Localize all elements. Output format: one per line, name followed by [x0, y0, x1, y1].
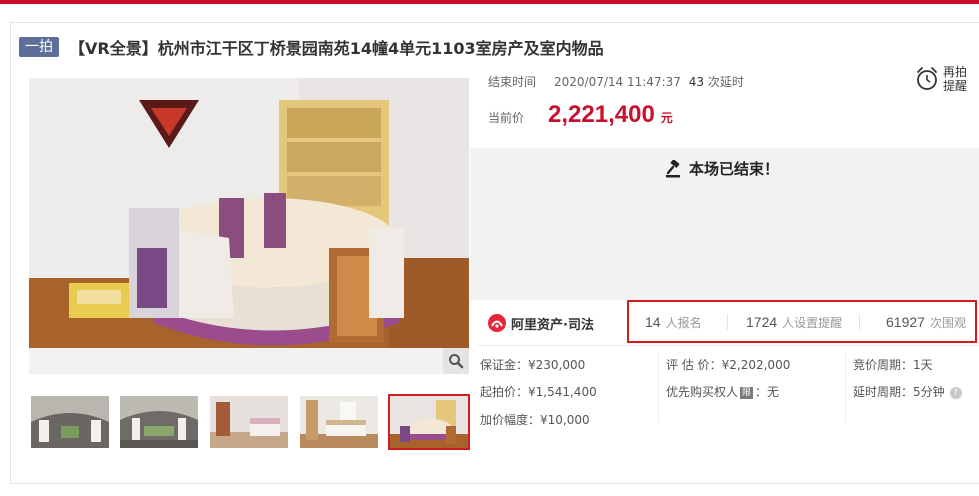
column-divider [845, 352, 846, 422]
stat-unit: 人设置提醒 [782, 316, 843, 330]
alibaba-assets-logo-icon [488, 314, 506, 332]
title-row: 一拍 【VR全景】杭州市江干区丁桥景园南苑14幢4单元1103室房产及室内物品 [19, 35, 604, 59]
stat-views: 61927 次围观 [886, 314, 966, 331]
priority-buyer: 优先购买权人限：无 [666, 383, 779, 400]
starting-price: 起拍价：¥1,541,400 [480, 385, 597, 399]
deposit: 保证金：¥230,000 [480, 358, 586, 372]
thumbnail-3[interactable] [210, 396, 288, 448]
bid-increment: 加价幅度：¥10,000 [480, 413, 590, 427]
stat-num: 14 [645, 314, 661, 330]
stat-num: 61927 [886, 314, 925, 330]
column-divider [658, 352, 659, 422]
priority-badge: 限 [740, 386, 754, 399]
price-unit: 元 [660, 111, 673, 125]
end-time-row: 结束时间 2020/07/14 11:47:37 43 次延时 [488, 73, 744, 90]
current-price-value: 2,221,400 [548, 101, 655, 128]
remind-line-2: 提醒 [943, 79, 968, 93]
end-time-label: 结束时间 [488, 75, 537, 89]
page-title: 【VR全景】杭州市江干区丁桥景园南苑14幢4单元1103室房产及室内物品 [69, 39, 604, 58]
delay-period-text: 延时周期：5分钟 [853, 385, 945, 399]
stats-divider [859, 314, 860, 330]
thumbnail-strip [29, 394, 470, 452]
stat-reminders: 1724 人设置提醒 [746, 314, 842, 331]
priority-buyer-label: 优先购买权人 [666, 385, 739, 399]
bidding-period: 竞价周期：1天 [853, 358, 933, 372]
relist-reminder-button[interactable]: 再拍 提醒 [915, 65, 969, 93]
end-time-value: 2020/07/14 11:47:37 [554, 75, 681, 89]
stat-registered: 14 人报名 [645, 314, 702, 331]
thumbnail-2[interactable] [120, 396, 198, 448]
brand-name: 阿里资产·司法 [511, 317, 594, 333]
zoom-bar [29, 348, 469, 374]
brand-logo: 阿里资产·司法 [487, 313, 594, 333]
gavel-icon [666, 159, 680, 177]
auction-round-tag: 一拍 [19, 37, 59, 57]
current-price-row: 当前价 2,221,400 元 [488, 101, 673, 129]
priority-buyer-value: ：无 [755, 385, 780, 399]
stat-unit: 次围观 [929, 316, 966, 330]
thumbnail-1[interactable] [31, 396, 109, 448]
remind-line-1: 再拍 [943, 65, 968, 79]
delay-label: 次延时 [707, 75, 744, 89]
auction-ended-status: 本场已结束！ [665, 158, 779, 179]
top-accent-line [0, 0, 979, 4]
thumbnail-4[interactable] [300, 396, 378, 448]
appraisal-price: 评 估 价：¥2,202,000 [666, 358, 791, 372]
divider [478, 345, 979, 346]
delay-period: 延时周期：5分钟? [853, 383, 962, 400]
stats-divider [727, 314, 728, 330]
stat-unit: 人报名 [665, 316, 702, 330]
stat-num: 1724 [746, 314, 778, 330]
current-price-label: 当前价 [488, 111, 525, 125]
dining-room-photo [29, 78, 469, 348]
main-photo[interactable] [29, 78, 469, 348]
question-icon[interactable]: ? [949, 386, 962, 399]
magnifier-icon[interactable] [443, 348, 469, 374]
auction-ended-text: 本场已结束！ [689, 160, 780, 178]
delay-count: 43 [688, 75, 704, 89]
thumbnail-5-selected[interactable] [388, 394, 470, 450]
alarm-clock-icon [917, 67, 937, 90]
stats-box: 14 人报名 1724 人设置提醒 61927 次围观 [627, 300, 977, 343]
